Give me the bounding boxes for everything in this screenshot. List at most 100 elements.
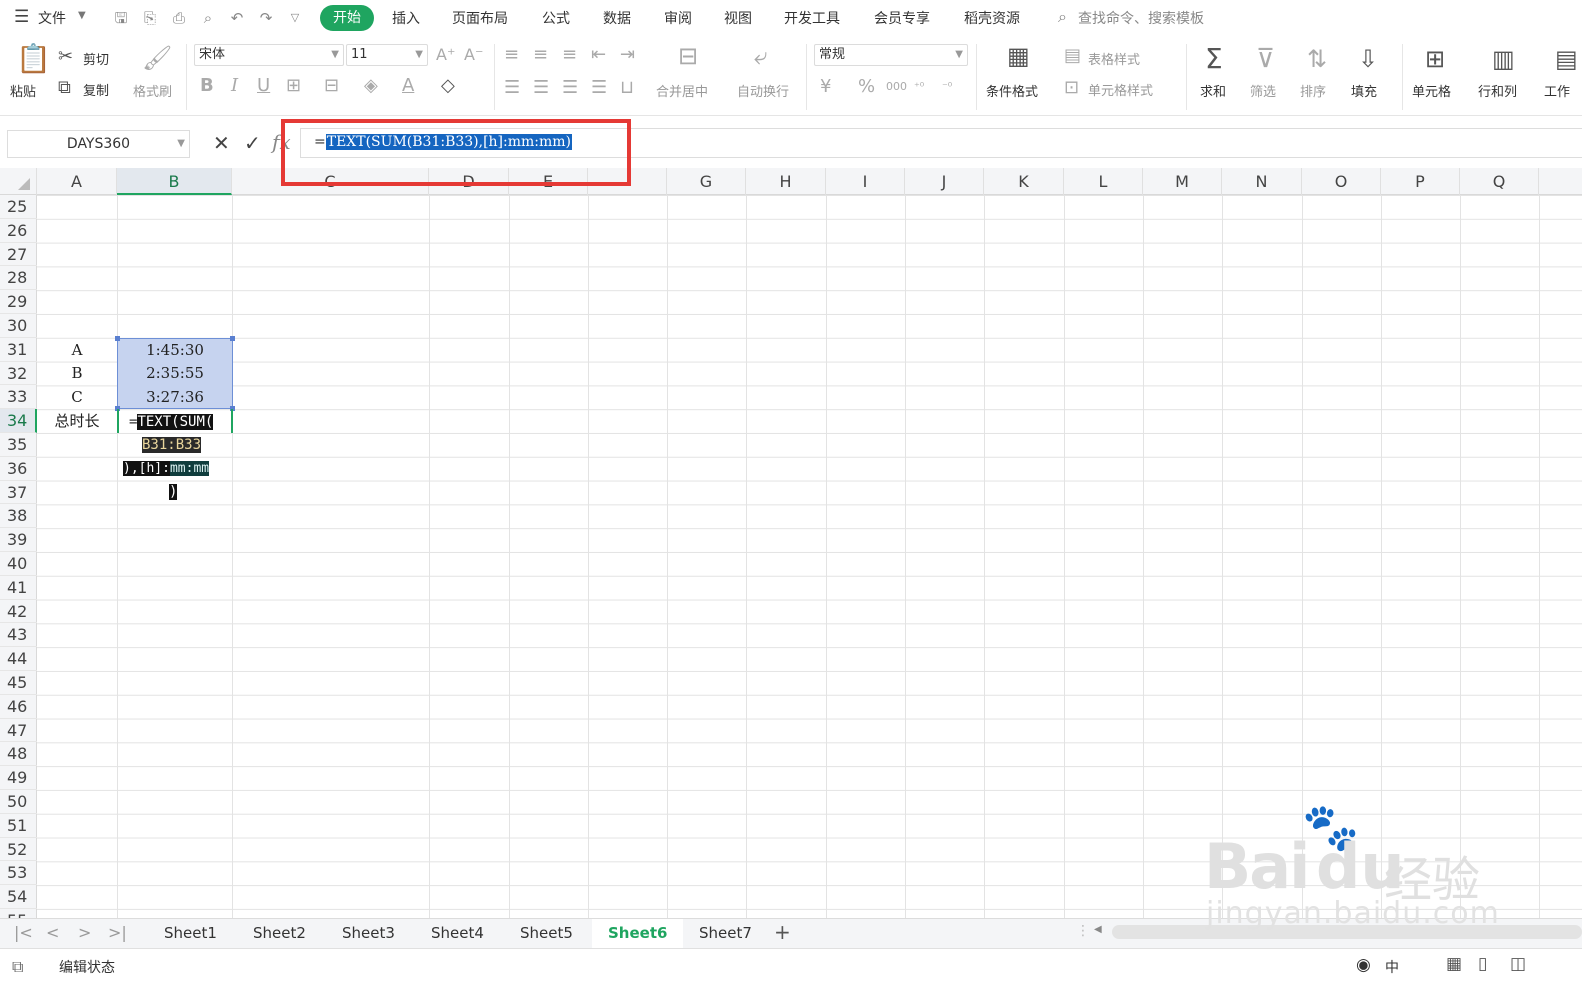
prev-sheet-icon[interactable]: < [46, 923, 59, 942]
conditional-format-icon[interactable]: ▦ [1007, 44, 1030, 68]
sort-button[interactable]: 排序 [1300, 81, 1326, 100]
row-header[interactable]: 35 [0, 433, 37, 457]
conditional-format-button[interactable]: 条件格式 [986, 81, 1038, 100]
cut-button[interactable]: 剪切 [83, 49, 109, 68]
number-format-select[interactable]: 常规 ▼ [814, 44, 968, 66]
column-header[interactable]: J [905, 168, 984, 195]
align-bottom-icon[interactable]: ≡ [562, 45, 577, 65]
column-header[interactable]: Q [1460, 168, 1539, 195]
row-header[interactable]: 31 [0, 338, 37, 362]
font-shrink-icon[interactable]: A⁻ [464, 45, 483, 65]
scroll-left-icon[interactable]: ◀ [1094, 924, 1102, 935]
justify-icon[interactable]: ☰ [591, 78, 607, 98]
paste-button[interactable]: 粘贴 [10, 81, 36, 100]
align-middle-icon[interactable]: ≡ [533, 45, 548, 65]
tab-docer[interactable]: 稻壳资源 [964, 8, 1020, 28]
column-header[interactable]: A [37, 168, 117, 195]
row-col-button[interactable]: 行和列 [1478, 81, 1517, 100]
fill-button[interactable]: 填充 [1351, 81, 1377, 100]
column-header[interactable]: L [1064, 168, 1143, 195]
cell-a34[interactable]: 总时长 [37, 410, 117, 433]
font-color-icon[interactable]: A [402, 76, 414, 96]
export-icon[interactable]: ⎘ [141, 9, 159, 27]
underline-button[interactable]: U [257, 76, 270, 96]
eraser-icon[interactable]: ◇ [441, 76, 455, 96]
row-header[interactable]: 41 [0, 576, 37, 600]
cell-a31[interactable]: A [37, 339, 117, 362]
row-header[interactable]: 37 [0, 481, 37, 505]
hamburger-icon[interactable]: ☰ [14, 7, 29, 27]
column-header[interactable]: G [667, 168, 746, 195]
cell-icon[interactable]: ⊞ [1425, 44, 1445, 74]
row-header[interactable]: 46 [0, 695, 37, 719]
page-view-icon[interactable]: ▯ [1478, 954, 1487, 974]
customize-icon[interactable]: ▽ [286, 9, 304, 27]
filter-icon[interactable]: ⊽ [1256, 44, 1275, 74]
italic-button[interactable]: I [231, 76, 238, 96]
row-header[interactable]: 30 [0, 314, 37, 338]
row-header[interactable]: 38 [0, 504, 37, 529]
next-sheet-icon[interactable]: > [78, 923, 91, 942]
row-header[interactable]: 43 [0, 623, 37, 648]
tab-home[interactable]: 开始 [320, 5, 374, 31]
row-header[interactable]: 52 [0, 838, 37, 862]
row-header[interactable]: 26 [0, 219, 37, 243]
save-icon[interactable]: 🖫 [112, 9, 130, 27]
column-header[interactable]: I [826, 168, 905, 195]
sort-icon[interactable]: ⇅ [1307, 44, 1327, 74]
wrap-text-button[interactable]: 自动换行 [737, 81, 789, 100]
row-header[interactable]: 53 [0, 861, 37, 886]
row-header[interactable]: 42 [0, 600, 37, 624]
macro-icon[interactable]: ⧉ [12, 957, 23, 977]
input-lang[interactable]: 中 [1385, 957, 1399, 977]
column-header[interactable]: P [1381, 168, 1460, 195]
merge-icon[interactable]: ⊟ [678, 44, 698, 68]
copy-button[interactable]: 复制 [83, 80, 109, 99]
row-header[interactable]: 40 [0, 552, 37, 576]
print-icon[interactable]: ⎙ [170, 9, 188, 27]
cell-b33[interactable]: 3:27:36 [117, 386, 233, 409]
row-header[interactable]: 34 [0, 409, 37, 433]
normal-view-icon[interactable]: ▦ [1446, 954, 1462, 974]
row-header[interactable]: 32 [0, 362, 37, 386]
sum-button[interactable]: 求和 [1200, 81, 1226, 100]
align-top-icon[interactable]: ≡ [504, 45, 519, 65]
add-sheet-icon[interactable]: + [774, 920, 791, 944]
confirm-icon[interactable]: ✓ [244, 131, 261, 155]
tab-page-layout[interactable]: 页面布局 [452, 8, 508, 28]
row-header[interactable]: 54 [0, 885, 37, 909]
sheet-tab[interactable]: Sheet5 [504, 919, 589, 948]
border-icon[interactable]: ⊞ [286, 76, 301, 96]
menu-file[interactable]: 文件 [38, 8, 66, 28]
fill-style-icon[interactable]: ⊟ [324, 76, 339, 96]
column-header[interactable]: O [1302, 168, 1381, 195]
row-header[interactable]: 50 [0, 790, 37, 814]
redo-icon[interactable]: ↷ [257, 9, 275, 27]
copy-icon[interactable]: ⧉ [58, 78, 71, 98]
paste-icon[interactable]: 📋 [16, 44, 51, 74]
sheet-tab[interactable]: Sheet4 [415, 919, 500, 948]
undo-icon[interactable]: ↶ [228, 9, 246, 27]
row-header[interactable]: 36 [0, 457, 37, 481]
tab-insert[interactable]: 插入 [392, 8, 420, 28]
sum-icon[interactable]: Σ [1205, 44, 1223, 74]
row-header[interactable]: 51 [0, 814, 37, 838]
row-header[interactable]: 29 [0, 290, 37, 314]
sheet-tab[interactable]: Sheet3 [326, 919, 411, 948]
column-header[interactable]: K [984, 168, 1064, 195]
sheet-tab[interactable]: Sheet2 [237, 919, 322, 948]
cell-a33[interactable]: C [37, 386, 117, 409]
row-header[interactable]: 39 [0, 528, 37, 552]
chevron-down-icon[interactable]: ▼ [78, 10, 86, 21]
row-header[interactable]: 44 [0, 647, 37, 671]
tab-view[interactable]: 视图 [724, 8, 752, 28]
tab-developer[interactable]: 开发工具 [784, 8, 840, 28]
sheet-tab[interactable]: Sheet7 [683, 919, 768, 948]
fill-icon[interactable]: ⇩ [1358, 44, 1378, 74]
table-style-icon[interactable]: ▤ [1064, 46, 1081, 66]
row-header[interactable]: 47 [0, 719, 37, 743]
sheet-tab-active[interactable]: Sheet6 [592, 919, 684, 948]
row-header[interactable]: 28 [0, 266, 37, 291]
name-box[interactable]: DAYS360 ▼ [7, 130, 190, 158]
brush-icon[interactable]: 🖌 [142, 44, 172, 72]
